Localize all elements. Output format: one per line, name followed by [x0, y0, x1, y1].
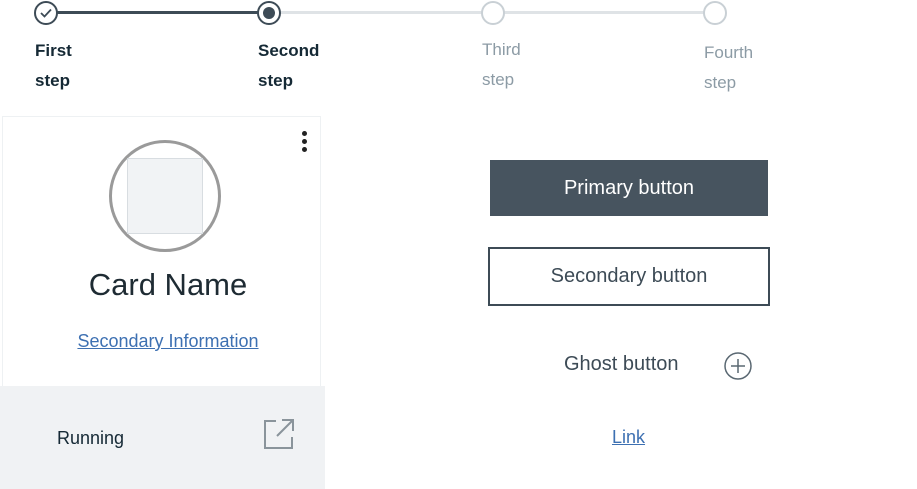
progress-indicator: First step Second step Third step Fourth ste… — [0, 0, 917, 110]
avatar — [109, 140, 221, 252]
progress-line-complete — [46, 11, 270, 14]
step-label: Fourth step — [704, 43, 754, 92]
ghost-button-label: Ghost button — [564, 353, 679, 375]
incomplete-step-icon — [703, 1, 727, 25]
resource-card: Card Name Secondary Information Running — [0, 114, 325, 489]
card-body: Card Name Secondary Information — [2, 116, 321, 386]
link[interactable]: Link — [612, 427, 645, 448]
step-label: Second step — [258, 41, 320, 90]
step-label: First step — [35, 41, 72, 90]
status-text: Running — [57, 428, 125, 448]
checkmark-icon — [34, 1, 58, 25]
ghost-button[interactable]: Ghost button — [550, 343, 760, 389]
overflow-menu-vertical-icon[interactable] — [296, 129, 312, 155]
incomplete-step-icon — [481, 1, 505, 25]
launch-icon[interactable] — [262, 417, 296, 451]
avatar-image-placeholder — [127, 158, 203, 234]
primary-button[interactable]: Primary button — [490, 160, 768, 216]
step-label: Third step — [482, 40, 521, 89]
card-title: Card Name — [88, 267, 248, 302]
current-step-icon — [257, 1, 281, 25]
secondary-information-link[interactable]: Secondary Information — [3, 331, 333, 352]
secondary-button[interactable]: Secondary button — [488, 247, 770, 306]
add-circle-icon — [724, 352, 752, 380]
